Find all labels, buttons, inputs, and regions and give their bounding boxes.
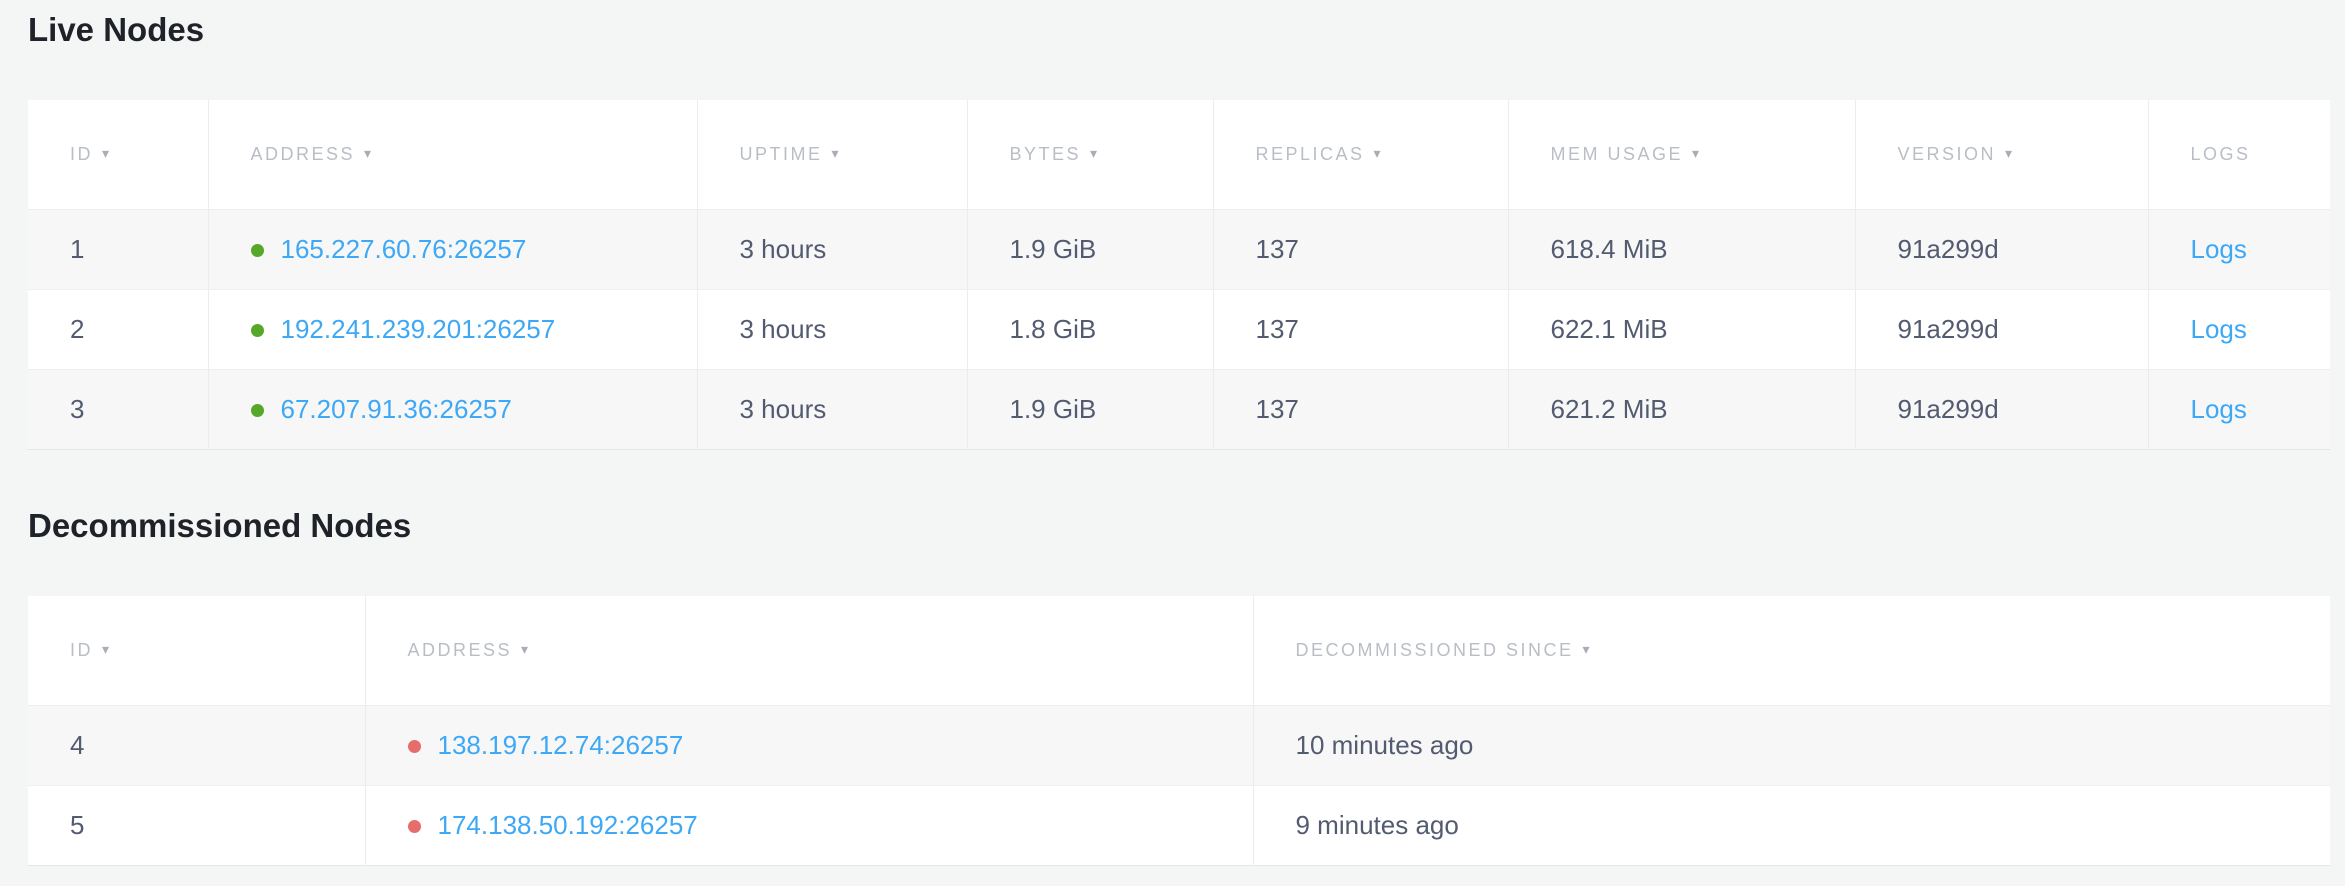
decommissioned-status-dot-icon: [408, 820, 421, 833]
column-header-label: ID: [70, 144, 93, 164]
column-header-label: UPTIME: [740, 144, 823, 164]
table-row: 1 165.227.60.76:26257 3 hours 1.9 GiB 13…: [28, 210, 2330, 290]
live-nodes-table: ID ▾ ADDRESS ▾ UPTIME ▾ BYTES ▾ REPLICAS ▾ ME…: [28, 100, 2330, 451]
replicas-cell: 137: [1213, 370, 1508, 450]
column-header-id[interactable]: ID ▾: [28, 596, 365, 706]
replicas-cell: 137: [1213, 210, 1508, 290]
column-header-decommissioned-since[interactable]: DECOMMISSIONED SINCE ▾: [1253, 596, 2330, 706]
decommissioned-since-cell: 9 minutes ago: [1253, 786, 2330, 866]
uptime-cell: 3 hours: [697, 210, 967, 290]
nodes-overview-page: Live Nodes ID ▾ ADDRESS ▾ UPTIME ▾ BYTES ▾ R…: [0, 0, 2345, 866]
table-row: 4 138.197.12.74:26257 10 minutes ago: [28, 706, 2330, 786]
sort-arrow-icon: ▾: [364, 145, 371, 161]
column-header-logs: LOGS: [2148, 100, 2330, 210]
column-header-label: BYTES: [1010, 144, 1082, 164]
version-cell: 91a299d: [1855, 210, 2148, 290]
node-address-cell: 192.241.239.201:26257: [208, 290, 697, 370]
bytes-cell: 1.9 GiB: [967, 370, 1213, 450]
column-header-address[interactable]: ADDRESS ▾: [208, 100, 697, 210]
uptime-cell: 3 hours: [697, 290, 967, 370]
logs-link[interactable]: Logs: [2191, 314, 2247, 344]
table-row: 5 174.138.50.192:26257 9 minutes ago: [28, 786, 2330, 866]
decommissioned-nodes-title: Decommissioned Nodes: [28, 506, 2330, 546]
node-address-cell: 165.227.60.76:26257: [208, 210, 697, 290]
column-header-label: ADDRESS: [408, 640, 513, 660]
sort-arrow-icon: ▾: [521, 641, 528, 657]
sort-arrow-icon: ▾: [102, 145, 109, 161]
node-address-link[interactable]: 174.138.50.192:26257: [438, 810, 698, 840]
node-id-cell: 5: [28, 786, 365, 866]
column-header-mem-usage[interactable]: MEM USAGE ▾: [1508, 100, 1855, 210]
sort-arrow-icon: ▾: [102, 641, 109, 657]
column-header-id[interactable]: ID ▾: [28, 100, 208, 210]
sort-arrow-icon: ▾: [1692, 145, 1699, 161]
sort-arrow-icon: ▾: [1090, 145, 1097, 161]
column-header-uptime[interactable]: UPTIME ▾: [697, 100, 967, 210]
decommissioned-status-dot-icon: [408, 740, 421, 753]
column-header-label: MEM USAGE: [1551, 144, 1684, 164]
replicas-cell: 137: [1213, 290, 1508, 370]
bytes-cell: 1.8 GiB: [967, 290, 1213, 370]
node-address-cell: 67.207.91.36:26257: [208, 370, 697, 450]
mem-usage-cell: 621.2 MiB: [1508, 370, 1855, 450]
mem-usage-cell: 618.4 MiB: [1508, 210, 1855, 290]
mem-usage-cell: 622.1 MiB: [1508, 290, 1855, 370]
node-address-cell: 138.197.12.74:26257: [365, 706, 1253, 786]
decommissioned-nodes-table: ID ▾ ADDRESS ▾ DECOMMISSIONED SINCE ▾ 4 138…: [28, 596, 2330, 867]
node-address-link[interactable]: 192.241.239.201:26257: [281, 314, 556, 344]
column-header-replicas[interactable]: REPLICAS ▾: [1213, 100, 1508, 210]
column-header-label: ID: [70, 640, 93, 660]
node-id-cell: 4: [28, 706, 365, 786]
node-id-cell: 1: [28, 210, 208, 290]
node-address-link[interactable]: 165.227.60.76:26257: [281, 234, 527, 264]
uptime-cell: 3 hours: [697, 370, 967, 450]
table-row: 3 67.207.91.36:26257 3 hours 1.9 GiB 137…: [28, 370, 2330, 450]
logs-link[interactable]: Logs: [2191, 394, 2247, 424]
sort-arrow-icon: ▾: [1374, 145, 1381, 161]
node-address-link[interactable]: 138.197.12.74:26257: [438, 730, 684, 760]
logs-cell: Logs: [2148, 290, 2330, 370]
node-id-cell: 2: [28, 290, 208, 370]
column-header-address[interactable]: ADDRESS ▾: [365, 596, 1253, 706]
sort-arrow-icon: ▾: [2005, 145, 2012, 161]
version-cell: 91a299d: [1855, 370, 2148, 450]
bytes-cell: 1.9 GiB: [967, 210, 1213, 290]
sort-arrow-icon: ▾: [1583, 641, 1590, 657]
live-status-dot-icon: [251, 324, 264, 337]
logs-cell: Logs: [2148, 370, 2330, 450]
column-header-label: DECOMMISSIONED SINCE: [1296, 640, 1574, 660]
decommissioned-nodes-header-row: ID ▾ ADDRESS ▾ DECOMMISSIONED SINCE ▾: [28, 596, 2330, 706]
node-address-link[interactable]: 67.207.91.36:26257: [281, 394, 512, 424]
sort-arrow-icon: ▾: [832, 145, 839, 161]
logs-link[interactable]: Logs: [2191, 234, 2247, 264]
node-id-cell: 3: [28, 370, 208, 450]
live-nodes-title: Live Nodes: [28, 10, 2330, 50]
logs-cell: Logs: [2148, 210, 2330, 290]
column-header-bytes[interactable]: BYTES ▾: [967, 100, 1213, 210]
column-header-label: ADDRESS: [251, 144, 356, 164]
decommissioned-since-cell: 10 minutes ago: [1253, 706, 2330, 786]
column-header-label: REPLICAS: [1256, 144, 1365, 164]
column-header-version[interactable]: VERSION ▾: [1855, 100, 2148, 210]
column-header-label: VERSION: [1898, 144, 1997, 164]
live-status-dot-icon: [251, 404, 264, 417]
column-header-label: LOGS: [2191, 144, 2251, 164]
table-row: 2 192.241.239.201:26257 3 hours 1.8 GiB …: [28, 290, 2330, 370]
live-nodes-header-row: ID ▾ ADDRESS ▾ UPTIME ▾ BYTES ▾ REPLICAS ▾ ME…: [28, 100, 2330, 210]
version-cell: 91a299d: [1855, 290, 2148, 370]
live-status-dot-icon: [251, 244, 264, 257]
node-address-cell: 174.138.50.192:26257: [365, 786, 1253, 866]
